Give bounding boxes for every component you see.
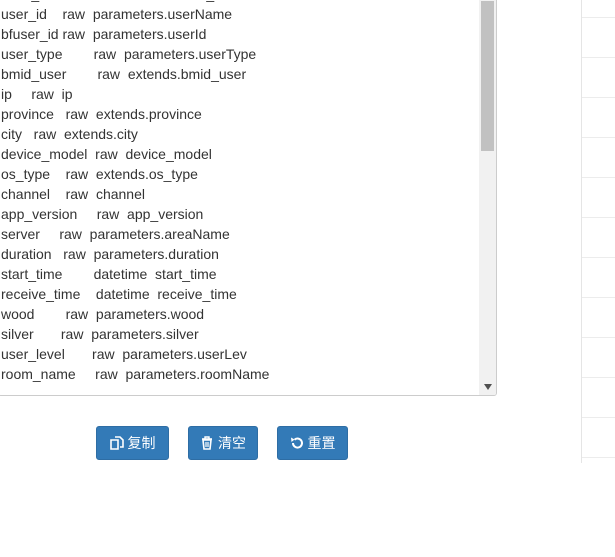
page: bmid_dev raw extends.bmid_devuser_id raw…	[0, 0, 615, 557]
mapping-line: duration raw parameters.duration	[1, 246, 219, 262]
table-row-divider	[582, 17, 615, 18]
table-row-divider	[582, 57, 615, 58]
table-row-divider	[582, 217, 615, 218]
mapping-line: os_type raw extends.os_type	[1, 166, 198, 182]
mapping-line: bfuser_id raw parameters.userId	[1, 26, 207, 42]
clear-button-label: 清空	[218, 435, 246, 451]
table-row-divider	[582, 457, 615, 458]
trash-icon	[202, 436, 212, 450]
undo-icon	[290, 437, 303, 449]
mapping-line: province raw extends.province	[1, 106, 202, 122]
scrollbar-thumb[interactable]	[481, 1, 494, 151]
mapping-line: user_id raw parameters.userName	[1, 6, 233, 22]
mapping-line: user_type raw parameters.userType	[1, 46, 257, 62]
clear-button[interactable]: 清空	[188, 426, 258, 460]
mapping-line: device_model raw device_model	[1, 146, 212, 162]
textarea-scrollbar[interactable]	[479, 0, 496, 395]
mapping-line: ip raw ip	[1, 86, 73, 102]
reset-button[interactable]: 重置	[277, 426, 348, 460]
mapping-line: user_level raw parameters.userLev	[1, 346, 247, 362]
table-row-divider	[582, 377, 615, 378]
mapping-textarea[interactable]: bmid_dev raw extends.bmid_devuser_id raw…	[0, 0, 497, 396]
table-row-divider	[582, 97, 615, 98]
copy-button-label: 复制	[127, 435, 156, 451]
copy-button[interactable]: 复制	[96, 426, 169, 460]
table-row-divider	[582, 257, 615, 258]
mapping-line: bmid_user raw extends.bmid_user	[1, 66, 247, 82]
mapping-lines: bmid_dev raw extends.bmid_devuser_id raw…	[1, 0, 479, 384]
copy-icon	[109, 436, 124, 450]
table-row-divider	[582, 177, 615, 178]
chevron-down-icon	[483, 383, 492, 390]
table-row-divider	[582, 337, 615, 338]
mapping-line: city raw extends.city	[1, 126, 138, 142]
mapping-line: room_name raw parameters.roomName	[1, 366, 270, 382]
table-row-divider	[582, 137, 615, 138]
mapping-line: app_version raw app_version	[1, 206, 204, 222]
reset-button-label: 重置	[307, 435, 336, 451]
mapping-line: silver raw parameters.silver	[1, 326, 199, 342]
mapping-line: receive_time datetime receive_time	[1, 286, 237, 302]
side-table-edge	[581, 0, 615, 463]
mapping-line: server raw parameters.areaName	[1, 226, 230, 242]
mapping-line: channel raw channel	[1, 186, 145, 202]
table-row-divider	[582, 297, 615, 298]
scroll-down-button[interactable]	[479, 378, 496, 395]
mapping-line: start_time datetime start_time	[1, 266, 217, 282]
mapping-line: wood raw parameters.wood	[1, 306, 205, 322]
table-row-divider	[582, 417, 615, 418]
